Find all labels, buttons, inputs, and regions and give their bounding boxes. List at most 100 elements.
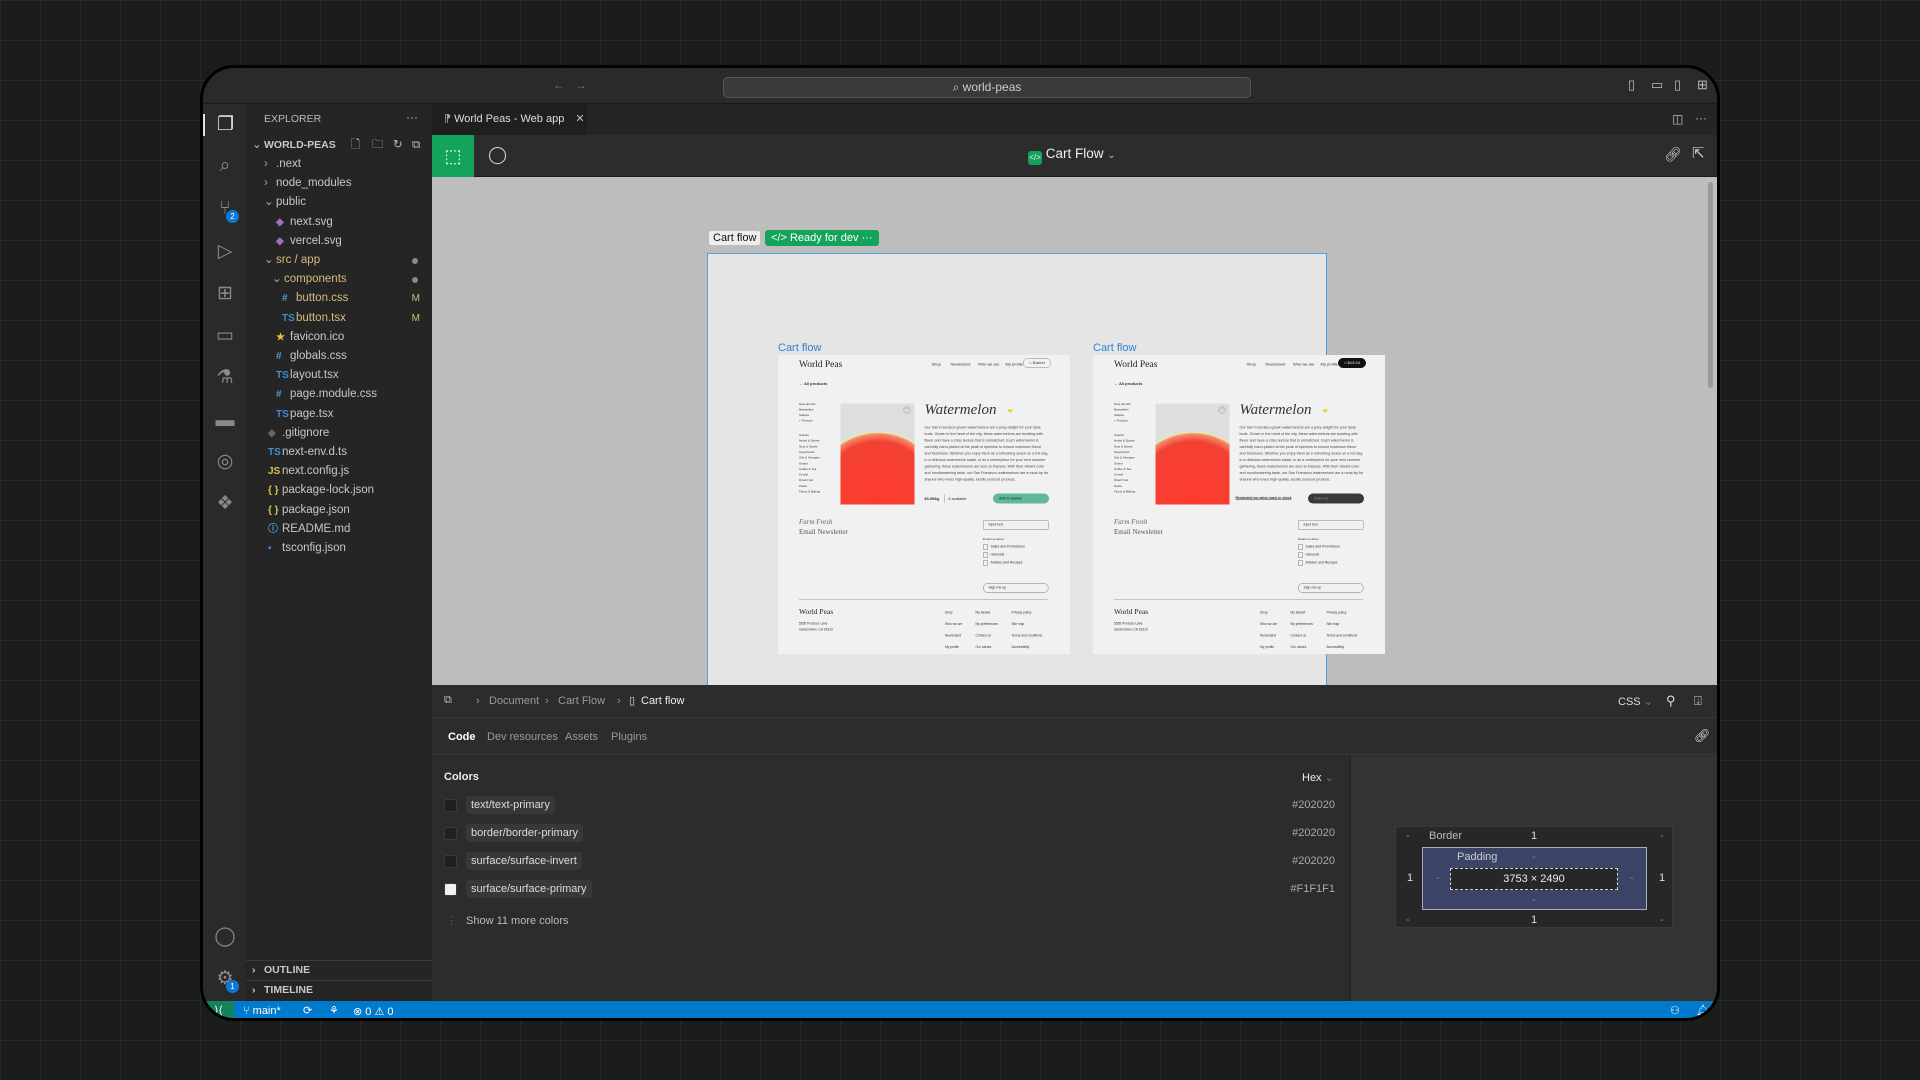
account-icon[interactable]: ◯ [214, 926, 236, 948]
timeline-section[interactable]: › TIMELINE [246, 981, 432, 1000]
more-actions-icon[interactable]: ··· [406, 110, 418, 124]
tree-item[interactable]: JS next.config.js [246, 462, 432, 481]
breadcrumb-document[interactable]: Document [489, 695, 539, 707]
canvas-scrollbar[interactable] [1708, 182, 1713, 388]
collapse-panel-icon[interactable]: ⍗ [1694, 693, 1702, 709]
file-title-dropdown[interactable]: </> Cart Flow ⌄ [1028, 146, 1116, 165]
cart-flow-frame[interactable]: World Peas Shop Newsstand Who we are My prof… [778, 355, 1070, 654]
tree-item[interactable]: TS page.tsx [246, 405, 432, 424]
search-icon[interactable]: ⌕ [214, 155, 236, 177]
tree-item[interactable]: ◆ vercel.svg [246, 232, 432, 251]
toggle-panel-icon[interactable]: ▭ [1651, 77, 1663, 93]
color-format-dropdown[interactable]: Hex ⌄ [1302, 771, 1334, 784]
split-editor-icon[interactable]: ◫ [1672, 112, 1683, 126]
more-actions-icon[interactable]: ··· [1695, 111, 1707, 125]
cart-flow-section[interactable]: Cart flow World Peas Shop Newsstand Who we a… [707, 253, 1385, 685]
tree-item[interactable]: ◆ next.svg [246, 213, 432, 232]
tree-item[interactable]: ⌄ src / app [246, 251, 432, 270]
tab-code[interactable]: Code [448, 731, 476, 743]
new-file-icon[interactable]: 🗋 [351, 136, 360, 155]
frame-label[interactable]: Cart flow [709, 231, 761, 245]
git-graph-icon[interactable]: ◎ [214, 451, 236, 473]
js-file-icon: JS [268, 466, 281, 478]
color-token-chip[interactable]: text/text-primary [466, 796, 555, 814]
tree-item[interactable]: TS button.tsx M [246, 309, 432, 328]
ready-for-dev-badge[interactable]: </> Ready for dev ··· [765, 230, 879, 246]
tree-item[interactable]: { } package-lock.json [246, 481, 432, 500]
settings-sliders-icon[interactable]: ⚲ [1666, 693, 1676, 709]
source-control-icon[interactable]: ⑂ 2 [214, 198, 239, 223]
copy-link-icon[interactable]: 🔗︎ [1664, 146, 1682, 163]
comment-icon[interactable]: ◯ [488, 145, 507, 165]
inspect-select-button[interactable]: ⬚ [432, 135, 474, 177]
close-tab-icon[interactable]: ✕ [575, 113, 584, 125]
tree-item[interactable]: # page.module.css [246, 385, 432, 404]
tree-item[interactable]: › node_modules [246, 174, 432, 193]
collapse-all-icon[interactable]: ⧉ [412, 136, 420, 155]
color-hex-value[interactable]: #202020 [1292, 855, 1335, 867]
figma-icon[interactable]: ❖ [214, 493, 236, 515]
command-center-search[interactable]: ⌕ world-peas [723, 77, 1251, 98]
back-arrow-icon[interactable]: ← [553, 78, 565, 92]
breadcrumb-cart-flow-frame[interactable]: Cart flow [641, 695, 684, 707]
tree-item[interactable]: ⓘ README.md [246, 520, 432, 539]
new-folder-icon[interactable]: 🗀 [372, 136, 384, 155]
design-canvas[interactable]: Cart flow </> Ready for dev ··· Cart flo… [432, 177, 1717, 685]
tree-item[interactable]: ⌄ components [246, 270, 432, 289]
tree-item[interactable]: ⌄ public [246, 193, 432, 212]
open-in-figma-icon[interactable]: ⇱ [1692, 144, 1705, 162]
color-hex-value[interactable]: #F1F1F1 [1290, 883, 1335, 895]
workspace-root[interactable]: ⌄ WORLD-PEAS 🗋 🗀 ↻ ⧉ [246, 136, 432, 155]
refresh-icon[interactable]: ↻ [393, 136, 403, 155]
tree-item[interactable]: { } package.json [246, 501, 432, 520]
extensions-icon[interactable]: ⊞ [214, 283, 236, 305]
outline-section[interactable]: › OUTLINE [246, 961, 432, 980]
frame-label[interactable]: Cart flow [778, 342, 821, 354]
footer-link: My basket [1290, 611, 1306, 615]
language-dropdown[interactable]: CSS ⌄ [1618, 695, 1653, 708]
layers-icon[interactable]: ⧉ [444, 694, 452, 707]
frame-label[interactable]: Cart flow [1093, 342, 1136, 354]
color-hex-value[interactable]: #202020 [1292, 799, 1335, 811]
toggle-sidebar-icon[interactable]: ▯ [1628, 77, 1635, 93]
forward-arrow-icon[interactable]: → [575, 78, 587, 92]
color-token-chip[interactable]: surface/surface-invert [466, 852, 582, 870]
tree-item[interactable]: ◆ .gitignore [246, 424, 432, 443]
git-graph-icon[interactable]: ⚘ [329, 1004, 339, 1017]
color-token-chip[interactable]: border/border-primary [466, 824, 583, 842]
remote-explorer-icon[interactable]: ▭ [214, 325, 236, 347]
tree-item[interactable]: ★ favicon.ico [246, 328, 432, 347]
problems-indicator[interactable]: ⊗ 0 ⚠ 0 [353, 1005, 394, 1018]
tree-item[interactable]: # button.css M [246, 289, 432, 308]
toggle-secondary-sidebar-icon[interactable]: ▯ [1674, 77, 1681, 93]
docker-icon[interactable]: ▬ [214, 410, 236, 432]
tab-world-peas-web-app[interactable]: ⁋ World Peas - Web app ✕ [432, 104, 587, 135]
color-token-chip[interactable]: surface/surface-primary [466, 880, 592, 898]
live-share-icon[interactable]: ⚇ [1670, 1004, 1680, 1017]
product-image: ♡ [840, 403, 915, 505]
tab-plugins[interactable]: Plugins [611, 731, 647, 743]
tree-item[interactable]: › .next [246, 155, 432, 174]
site-nav-link: Shop [931, 362, 941, 367]
remote-indicator-icon[interactable]: ⟩⟨ [203, 1001, 234, 1018]
tree-item[interactable]: ▪ tsconfig.json [246, 539, 432, 558]
sync-icon[interactable]: ⟳ [303, 1004, 312, 1017]
testing-flask-icon[interactable]: ⚗ [214, 367, 236, 389]
notifications-bell-icon[interactable]: 🔔︎ [1696, 1004, 1710, 1017]
settings-gear-icon[interactable]: ⚙ 1 [214, 968, 239, 993]
run-debug-icon[interactable]: ▷ [214, 241, 236, 263]
breadcrumb-cart-flow-page[interactable]: Cart Flow [558, 695, 605, 707]
branch-indicator[interactable]: ⑂ main* [243, 1005, 281, 1017]
color-hex-value[interactable]: #202020 [1292, 827, 1335, 839]
tree-item[interactable]: # globals.css [246, 347, 432, 366]
add-link-icon[interactable]: 🔗︎ [1694, 728, 1711, 744]
tree-item[interactable]: TS layout.tsx [246, 366, 432, 385]
show-more-colors-link[interactable]: Show 11 more colors [466, 915, 569, 927]
customize-layout-icon[interactable]: ⊞ [1697, 77, 1708, 93]
tree-item[interactable]: TS next-env.d.ts [246, 443, 432, 462]
tab-assets[interactable]: Assets [565, 731, 598, 743]
cart-flow-frame[interactable]: World Peas Shop Newsstand Who we are My prof… [1093, 355, 1385, 654]
breadcrumb: ⧉ › Document › Cart Flow › ▯ Cart flow C… [432, 685, 1717, 718]
explorer-icon[interactable]: ❐ [203, 114, 246, 136]
tab-dev-resources[interactable]: Dev resources [487, 731, 558, 743]
